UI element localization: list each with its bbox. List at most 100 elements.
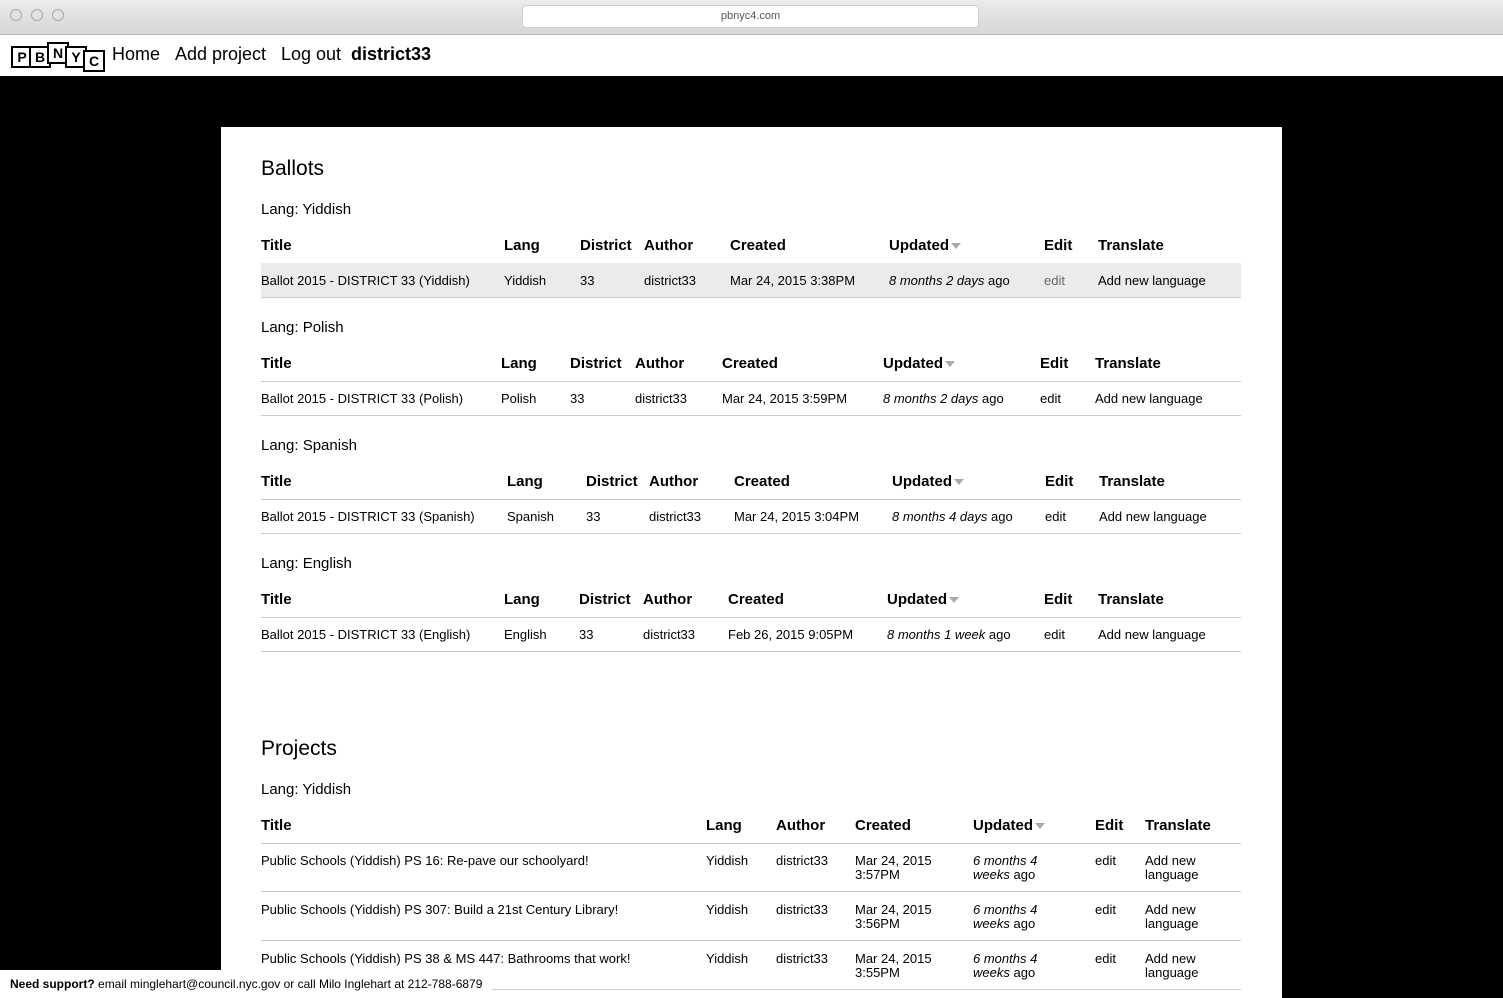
col-district[interactable]: District bbox=[586, 473, 638, 490]
add-new-language-link[interactable]: Add new language bbox=[1098, 627, 1206, 642]
col-updated[interactable]: Updated bbox=[883, 355, 955, 372]
col-updated[interactable]: Updated bbox=[887, 591, 959, 608]
top-nav: P B N Y C Home Add project Log out distr… bbox=[0, 35, 1503, 76]
edit-link[interactable]: edit bbox=[1044, 627, 1065, 642]
col-created[interactable]: Created bbox=[730, 237, 786, 254]
col-updated[interactable]: Updated bbox=[889, 237, 961, 254]
ballot-title-link[interactable]: Ballot 2015 - DISTRICT 33 (Polish) bbox=[261, 391, 463, 406]
col-district[interactable]: District bbox=[570, 355, 622, 372]
table-row: Ballot 2015 - DISTRICT 33 (Spanish) Span… bbox=[261, 499, 1241, 534]
col-updated-label: Updated bbox=[892, 473, 952, 490]
project-created-time: 3:56PM bbox=[855, 916, 900, 931]
ballot-created: Feb 26, 2015 9:05PM bbox=[728, 627, 854, 642]
updated-suffix: ago bbox=[1013, 867, 1036, 882]
col-created[interactable]: Created bbox=[722, 355, 778, 372]
ballot-title-link[interactable]: Ballot 2015 - DISTRICT 33 (Yiddish) bbox=[261, 273, 470, 288]
add-new-language-link-cont[interactable]: language bbox=[1145, 965, 1199, 980]
col-lang[interactable]: Lang bbox=[504, 237, 540, 254]
col-updated[interactable]: Updated bbox=[973, 817, 1045, 834]
add-new-language-link[interactable]: Add new bbox=[1145, 902, 1196, 917]
project-lang: Yiddish bbox=[706, 951, 749, 966]
address-bar[interactable]: pbnyc4.com bbox=[522, 5, 979, 28]
nav-home-link[interactable]: Home bbox=[112, 44, 160, 65]
col-author[interactable]: Author bbox=[644, 237, 693, 254]
edit-link[interactable]: edit bbox=[1040, 391, 1061, 406]
col-district[interactable]: District bbox=[579, 591, 631, 608]
support-footer: Need support? email minglehart@council.n… bbox=[0, 970, 492, 998]
ballot-table-header: Title Lang District Author Created Updat… bbox=[261, 227, 1241, 264]
minimize-window-button[interactable] bbox=[31, 9, 43, 21]
col-lang[interactable]: Lang bbox=[504, 591, 540, 608]
main-content: Ballots Lang: Yiddish Title Lang Distric… bbox=[221, 127, 1282, 998]
edit-link[interactable]: edit bbox=[1095, 951, 1116, 966]
ballot-author: district33 bbox=[635, 391, 688, 406]
ballot-lang-heading: Lang: Spanish bbox=[261, 437, 357, 454]
col-lang[interactable]: Lang bbox=[501, 355, 537, 372]
edit-link[interactable]: edit bbox=[1044, 273, 1065, 288]
nav-logout-link[interactable]: Log out bbox=[281, 44, 341, 65]
col-district[interactable]: District bbox=[580, 237, 632, 254]
nav-add-project-link[interactable]: Add project bbox=[175, 44, 266, 65]
project-title-link[interactable]: Public Schools (Yiddish) PS 307: Build a… bbox=[261, 902, 618, 917]
col-author[interactable]: Author bbox=[776, 817, 825, 834]
col-title[interactable]: Title bbox=[261, 591, 292, 608]
updated-value: weeks bbox=[973, 916, 1010, 931]
add-new-language-link[interactable]: Add new bbox=[1145, 853, 1196, 868]
edit-link[interactable]: edit bbox=[1095, 853, 1116, 868]
nav-user-link[interactable]: district33 bbox=[351, 44, 431, 65]
add-new-language-link-cont[interactable]: language bbox=[1145, 916, 1199, 931]
support-text[interactable]: email minglehart@council.nyc.gov or call… bbox=[98, 977, 482, 991]
add-new-language-link[interactable]: Add new language bbox=[1098, 273, 1206, 288]
close-window-button[interactable] bbox=[10, 9, 22, 21]
col-title[interactable]: Title bbox=[261, 355, 292, 372]
add-new-language-link[interactable]: Add new bbox=[1145, 951, 1196, 966]
updated-value: 8 months 1 week bbox=[887, 627, 986, 642]
updated-value: 8 months 4 days bbox=[892, 509, 988, 524]
col-author[interactable]: Author bbox=[643, 591, 692, 608]
col-author[interactable]: Author bbox=[635, 355, 684, 372]
sort-desc-icon bbox=[951, 243, 961, 250]
col-author[interactable]: Author bbox=[649, 473, 698, 490]
col-created[interactable]: Created bbox=[855, 817, 911, 834]
col-lang[interactable]: Lang bbox=[507, 473, 543, 490]
ballot-lang: Polish bbox=[501, 391, 537, 406]
project-title-link[interactable]: Public Schools (Yiddish) PS 16: Re-pave … bbox=[261, 853, 589, 868]
project-title-link[interactable]: Public Schools (Yiddish) PS 38 & MS 447:… bbox=[261, 951, 630, 966]
ballot-district: 33 bbox=[586, 509, 601, 524]
col-title[interactable]: Title bbox=[261, 817, 292, 834]
updated-value: weeks bbox=[973, 965, 1010, 980]
col-title[interactable]: Title bbox=[261, 473, 292, 490]
ballot-table-header: Title Lang District Author Created Updat… bbox=[261, 581, 1241, 618]
updated-suffix: ago bbox=[1013, 916, 1036, 931]
ballot-updated: 8 months 1 week ago bbox=[887, 627, 1011, 642]
add-new-language-link[interactable]: Add new language bbox=[1095, 391, 1203, 406]
col-created[interactable]: Created bbox=[734, 473, 790, 490]
edit-link[interactable]: edit bbox=[1045, 509, 1066, 524]
updated-suffix: ago bbox=[991, 509, 1013, 524]
add-new-language-link-cont[interactable]: language bbox=[1145, 867, 1199, 882]
add-new-language-link[interactable]: Add new language bbox=[1099, 509, 1207, 524]
ballot-lang: English bbox=[504, 627, 547, 642]
table-row: Ballot 2015 - DISTRICT 33 (Yiddish) Yidd… bbox=[261, 263, 1241, 298]
project-author: district33 bbox=[776, 902, 829, 917]
ballot-table-header: Title Lang District Author Created Updat… bbox=[261, 463, 1241, 500]
ballot-updated: 8 months 2 days ago bbox=[883, 391, 1004, 406]
ballot-title-link[interactable]: Ballot 2015 - DISTRICT 33 (English) bbox=[261, 627, 470, 642]
col-title[interactable]: Title bbox=[261, 237, 292, 254]
updated-value: 8 months 2 days bbox=[883, 391, 979, 406]
sort-desc-icon bbox=[949, 597, 959, 604]
col-translate: Translate bbox=[1098, 237, 1164, 254]
project-lang-heading: Lang: Yiddish bbox=[261, 781, 352, 798]
zoom-window-button[interactable] bbox=[52, 9, 64, 21]
edit-link[interactable]: edit bbox=[1095, 902, 1116, 917]
ballot-title-link[interactable]: Ballot 2015 - DISTRICT 33 (Spanish) bbox=[261, 509, 475, 524]
col-translate: Translate bbox=[1099, 473, 1165, 490]
col-lang[interactable]: Lang bbox=[706, 817, 742, 834]
col-created[interactable]: Created bbox=[728, 591, 784, 608]
project-author: district33 bbox=[776, 951, 829, 966]
support-label: Need support? bbox=[10, 977, 95, 991]
col-updated[interactable]: Updated bbox=[892, 473, 964, 490]
updated-value: 8 months 2 days bbox=[889, 273, 985, 288]
table-row: Ballot 2015 - DISTRICT 33 (English) Engl… bbox=[261, 617, 1241, 652]
col-translate: Translate bbox=[1095, 355, 1161, 372]
